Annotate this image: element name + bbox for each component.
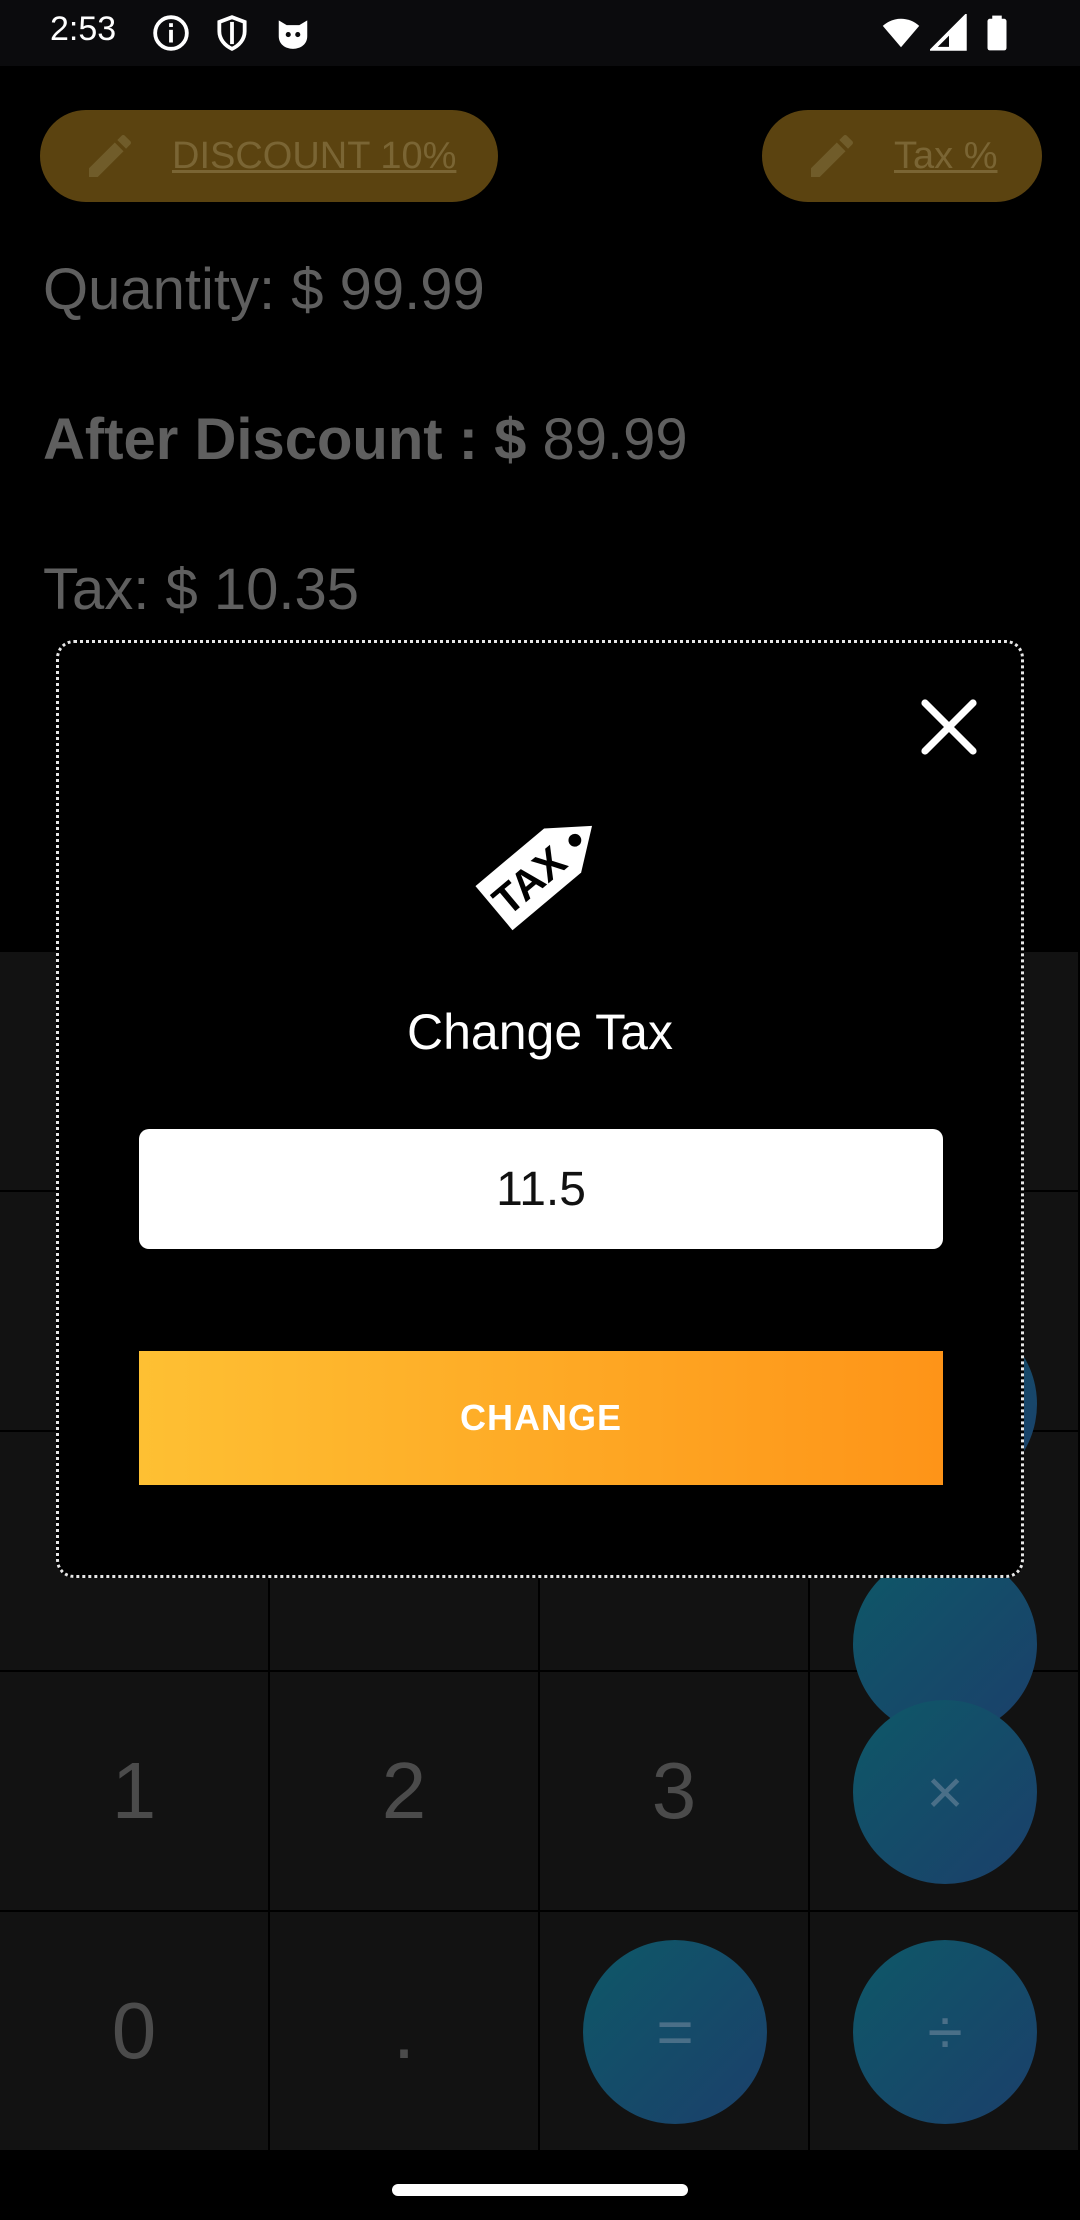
key-1[interactable]: 1 [0,1672,270,1912]
shield-icon [217,15,247,51]
change-tax-dialog: TAX Change Tax CHANGE [56,640,1024,1578]
discount-label: DISCOUNT 10% [172,134,457,177]
key-2[interactable]: 2 [270,1672,540,1912]
change-button[interactable]: CHANGE [139,1351,943,1485]
multiply-button[interactable]: × [853,1700,1037,1884]
key-decimal[interactable]: . [270,1912,540,2152]
after-discount-line: After Discount : $ 89.99 [43,406,688,473]
equals-button[interactable]: = [583,1940,767,2124]
status-time: 2:53 [50,10,117,48]
tax-input[interactable] [139,1129,943,1249]
close-icon[interactable] [913,691,985,763]
tax-line: Tax: $ 10.35 [43,556,359,623]
pencil-icon [89,135,131,177]
tax-percent-label: Tax % [894,134,998,177]
tax-percent-button[interactable]: Tax % [762,110,1042,202]
dialog-title: Change Tax [407,1004,673,1060]
tax-tag-icon: TAX [475,825,593,931]
discount-button[interactable]: DISCOUNT 10% [40,110,498,202]
quantity-value: 99.99 [339,257,485,322]
key-0[interactable]: 0 [0,1912,270,2152]
quantity-label: Quantity: $ [43,257,324,322]
wifi-icon [882,18,920,48]
status-bar: 2:53 [0,0,1080,66]
cat-face-icon [278,20,308,49]
info-icon [153,15,189,51]
home-gesture-handle[interactable] [392,2184,688,2196]
after-discount-value: 89.99 [542,407,688,472]
signal-icon [930,14,967,51]
pencil-icon [811,135,853,177]
after-discount-label: After Discount : $ [43,407,527,472]
quantity-line: Quantity: $ 99.99 [43,256,485,323]
tax-value: 10.35 [213,557,360,622]
divide-button[interactable]: ÷ [853,1940,1037,2124]
key-3[interactable]: 3 [540,1672,810,1912]
battery-icon [987,15,1007,51]
tax-label: Tax: $ [43,557,198,622]
